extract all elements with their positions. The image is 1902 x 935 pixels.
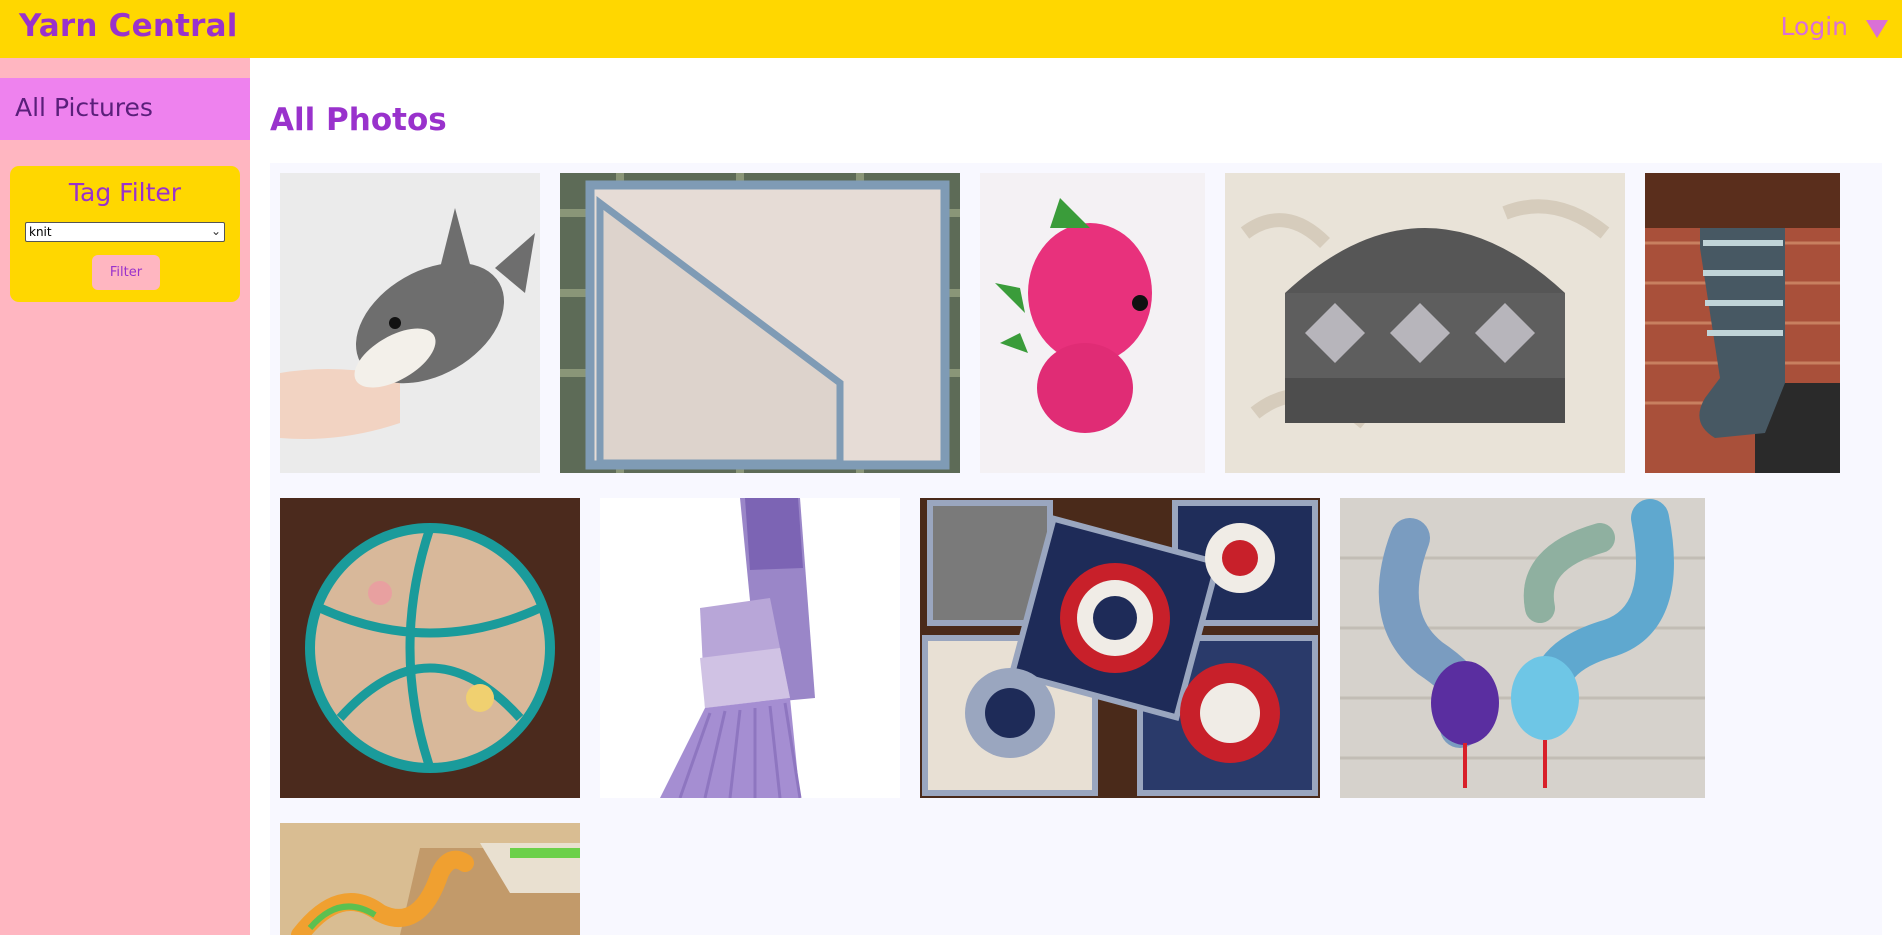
tag-filter-panel: Tag Filter knit ⌄ Filter (10, 166, 240, 302)
photo-blanket[interactable] (560, 173, 960, 473)
chevron-down-icon: ⌄ (210, 224, 221, 238)
tag-select-value: knit (29, 225, 52, 239)
sidebar: All Pictures Tag Filter knit ⌄ Filter (0, 58, 250, 935)
photo-snake-blanket[interactable] (280, 823, 580, 935)
photo-gallery (270, 163, 1882, 935)
photo-pink-dino[interactable] (980, 173, 1205, 473)
top-navbar: Yarn Central Login (0, 0, 1902, 58)
filter-button[interactable]: Filter (92, 255, 160, 290)
photo-puzzle-ball[interactable] (280, 498, 580, 798)
page-title: All Photos (270, 102, 447, 138)
photo-stocking[interactable] (1645, 173, 1840, 473)
photo-fair-isle-hat[interactable] (1225, 173, 1625, 473)
sidebar-item-all-pictures[interactable]: All Pictures (0, 78, 250, 140)
tag-filter-title: Tag Filter (68, 178, 182, 207)
brand-logo[interactable]: Yarn Central (19, 8, 238, 44)
tag-select[interactable]: knit ⌄ (25, 222, 225, 242)
login-menu[interactable]: Login (1781, 12, 1848, 41)
photo-striped-snakes[interactable] (1340, 498, 1705, 798)
photo-shark[interactable] (280, 173, 540, 473)
photo-granny-squares[interactable] (920, 498, 1320, 798)
caret-down-icon[interactable] (1866, 20, 1888, 38)
photo-scarf[interactable] (600, 498, 900, 798)
